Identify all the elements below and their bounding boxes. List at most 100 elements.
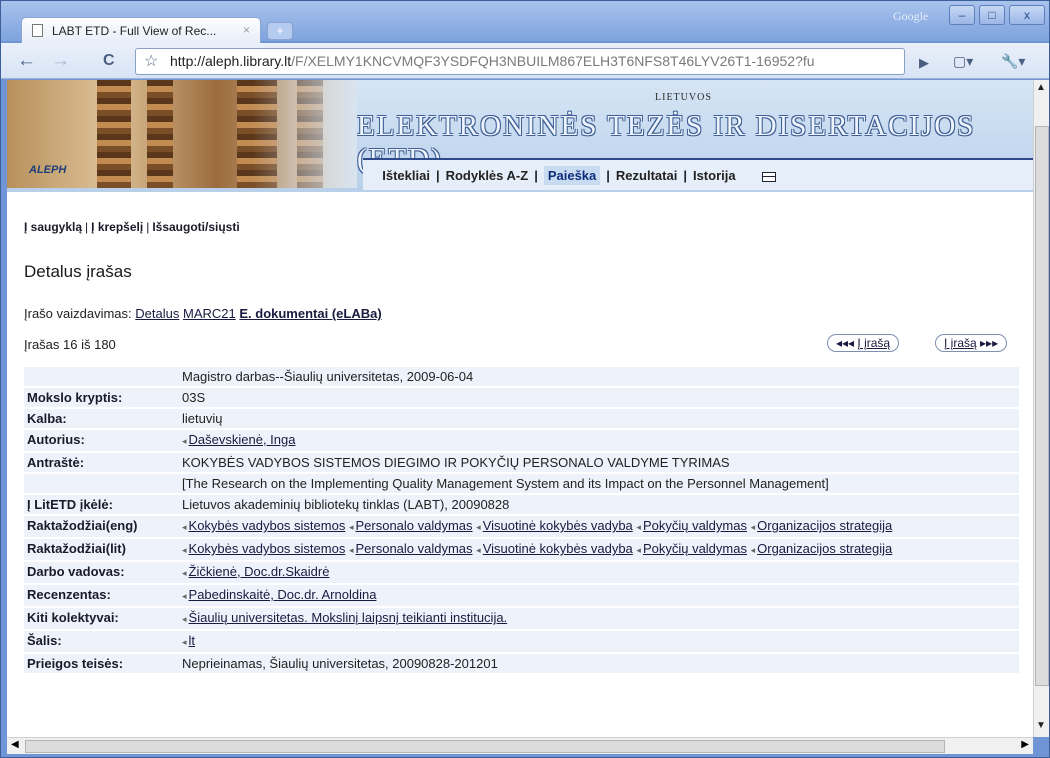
field-link[interactable]: Žičkienė, Doc.dr.Skaidrė <box>189 564 330 579</box>
field-link[interactable]: lt <box>189 633 196 648</box>
close-window-button[interactable]: x <box>1009 5 1045 25</box>
field-label <box>24 474 177 493</box>
field-value: ◂ Pabedinskaitė, Doc.dr. Arnoldina <box>177 585 1019 606</box>
scroll-up-icon[interactable]: ▲ <box>1036 82 1046 93</box>
view-edocuments-link[interactable]: E. dokumentai (eLABa) <box>239 306 381 321</box>
field-link[interactable]: Šiaulių universitetas. Mokslinį laipsnį … <box>189 610 508 625</box>
back-button[interactable]: ← <box>17 50 36 72</box>
field-value: ◂ Kokybės vadybos sistemos ◂ Personalo val… <box>177 516 1019 537</box>
field-text: lietuvių <box>182 411 223 426</box>
menu-istekliai[interactable]: Ištekliai <box>382 168 430 183</box>
tab-title: LABT ETD - Full View of Rec... <box>52 24 217 38</box>
maximize-button[interactable]: □ <box>979 5 1005 25</box>
field-text: Neprieinamas, Šiaulių universitetas, 200… <box>182 656 498 671</box>
link-marker-icon: ◂ <box>182 614 187 624</box>
keyword-link[interactable]: Visuotinė kokybės vadyba <box>483 541 633 556</box>
aleph-logo: ALEPH <box>29 164 67 176</box>
keyword-link[interactable]: Organizacijos strategija <box>757 518 892 533</box>
scroll-right-icon[interactable]: ▶ <box>1021 739 1029 750</box>
link-marker-icon: ◂ <box>182 591 187 601</box>
link-marker-icon: ◂ <box>750 545 756 555</box>
keyword-link[interactable]: Kokybės vadybos sistemos <box>189 518 346 533</box>
field-value: ◂ Kokybės vadybos sistemos ◂ Personalo val… <box>177 539 1019 560</box>
page-menu-button[interactable]: ▢▾ <box>953 50 973 72</box>
menu-istorija[interactable]: Istorija <box>693 168 736 183</box>
link-marker-icon: ◂ <box>182 545 187 555</box>
field-link[interactable]: Pabedinskaitė, Doc.dr. Arnoldina <box>189 587 377 602</box>
field-value: KOKYBĖS VADYBOS SISTEMOS DIEGIMO IR POKY… <box>177 453 1019 472</box>
link-marker-icon: ◂ <box>750 522 756 532</box>
field-label: Antraštė: <box>24 453 177 472</box>
field-value: ◂ lt <box>177 631 1019 652</box>
view-marc21-link[interactable]: MARC21 <box>183 306 236 321</box>
field-text: Magistro darbas--Šiaulių universitetas, … <box>182 369 474 384</box>
table-row: Šalis: ◂ lt <box>24 631 1019 654</box>
keyword-link[interactable]: Kokybės vadybos sistemos <box>189 541 346 556</box>
keyword-link[interactable]: Personalo valdymas <box>355 518 472 533</box>
field-label: Autorius: <box>24 430 177 451</box>
go-button[interactable]: ▶ <box>919 52 929 74</box>
banner-subtitle: LIETUVOS <box>655 92 712 103</box>
view-detailed-link[interactable]: Detalus <box>135 306 179 321</box>
table-row: Autorius: ◂ Daševskienė, Inga <box>24 430 1019 453</box>
page-icon <box>32 24 43 37</box>
keyword-link[interactable]: Pokyčių valdymas <box>643 541 747 556</box>
field-label: Recenzentas: <box>24 585 177 606</box>
minimize-button[interactable]: – <box>949 5 975 25</box>
table-row: Antraštė: KOKYBĖS VADYBOS SISTEMOS DIEGIM… <box>24 453 1019 474</box>
url-path: /F/XELMY1KNCVMQF3YSDFQH3NBUILM867ELH3T6N… <box>291 53 815 69</box>
field-link[interactable]: Daševskienė, Inga <box>189 432 296 447</box>
save-to-storage-link[interactable]: Į saugyklą <box>24 220 82 234</box>
field-value: ◂ Žičkienė, Doc.dr.Skaidrė <box>177 562 1019 583</box>
table-row: Raktažodžiai(lit) ◂ Kokybės vadybos sistem… <box>24 539 1019 562</box>
table-row: Recenzentas: ◂ Pabedinskaitė, Doc.dr. Arno… <box>24 585 1019 608</box>
tab-close-icon[interactable]: × <box>243 23 250 37</box>
scroll-left-icon[interactable]: ◀ <box>11 739 19 750</box>
field-label: Šalis: <box>24 631 177 652</box>
field-label: Raktažodžiai(eng) <box>24 516 177 537</box>
view-format-label: Įrašo vaizdavimas: <box>24 306 132 321</box>
reload-button[interactable]: C <box>103 50 115 72</box>
field-value: Lietuvos akademinių bibliotekų tinklas (… <box>177 495 1019 514</box>
field-label <box>24 367 177 386</box>
record-actions: Į saugyklą | Į krepšelį | Išsaugoti/siųsti <box>24 220 240 234</box>
next-record-button[interactable]: Į įrašą ▸▸▸ <box>935 334 1008 352</box>
link-marker-icon: ◂ <box>476 522 481 532</box>
keyword-link[interactable]: Organizacijos strategija <box>757 541 892 556</box>
link-marker-icon: ◂ <box>182 522 187 532</box>
table-row: Magistro darbas--Šiaulių universitetas, … <box>24 367 1019 388</box>
field-value: ◂ Daševskienė, Inga <box>177 430 1019 451</box>
vertical-scrollbar[interactable]: ▲ ▼ <box>1033 80 1049 737</box>
keyword-link[interactable]: Visuotinė kokybės vadyba <box>483 518 633 533</box>
etd-banner: ALEPH LIETUVOS ELEKTRONINĖS TEZĖS IR DIS… <box>7 80 1033 192</box>
field-label: Kiti kolektyvai: <box>24 608 177 629</box>
add-to-basket-link[interactable]: Į krepšelį <box>91 220 143 234</box>
main-menu: Ištekliai | Rodyklės A-Z | Paieška | Rezultata… <box>363 158 1033 190</box>
keyword-link[interactable]: Personalo valdymas <box>355 541 472 556</box>
brand-label: Google <box>893 9 929 23</box>
menu-rodykles[interactable]: Rodyklės A-Z <box>446 168 529 183</box>
vertical-scroll-thumb[interactable] <box>1035 126 1049 686</box>
horizontal-scrollbar[interactable]: ◀ ▶ <box>7 737 1033 754</box>
field-label: Mokslo kryptis: <box>24 388 177 407</box>
menu-list-icon[interactable] <box>761 171 776 182</box>
save-send-link[interactable]: Išsaugoti/siųsti <box>152 220 239 234</box>
field-label: Prieigos teisės: <box>24 654 177 673</box>
horizontal-scroll-thumb[interactable] <box>25 740 945 753</box>
menu-paieska[interactable]: Paieška <box>543 166 601 185</box>
tab-labt-etd[interactable]: LABT ETD - Full View of Rec... × <box>21 17 261 43</box>
keyword-link[interactable]: Pokyčių valdymas <box>643 518 747 533</box>
previous-record-button[interactable]: ◂◂◂ Į įrašą <box>827 334 900 352</box>
field-value: 03S <box>177 388 1019 407</box>
menu-rezultatai[interactable]: Rezultatai <box>616 168 677 183</box>
record-counter: Įrašas 16 iš 180 <box>24 337 116 352</box>
field-label: Į LitETD įkėlė: <box>24 495 177 514</box>
new-tab-button[interactable]: + <box>267 22 293 40</box>
tools-menu-button[interactable]: 🔧▾ <box>1001 50 1025 72</box>
forward-button[interactable]: → <box>51 50 70 72</box>
field-text: 03S <box>182 390 206 405</box>
bookmark-star-icon[interactable]: ☆ <box>144 49 158 74</box>
scroll-down-icon[interactable]: ▼ <box>1036 720 1046 731</box>
link-marker-icon: ◂ <box>636 545 641 555</box>
address-bar[interactable]: ☆ http://aleph.library.lt/F/XELMY1KNCVMQ… <box>135 48 905 75</box>
